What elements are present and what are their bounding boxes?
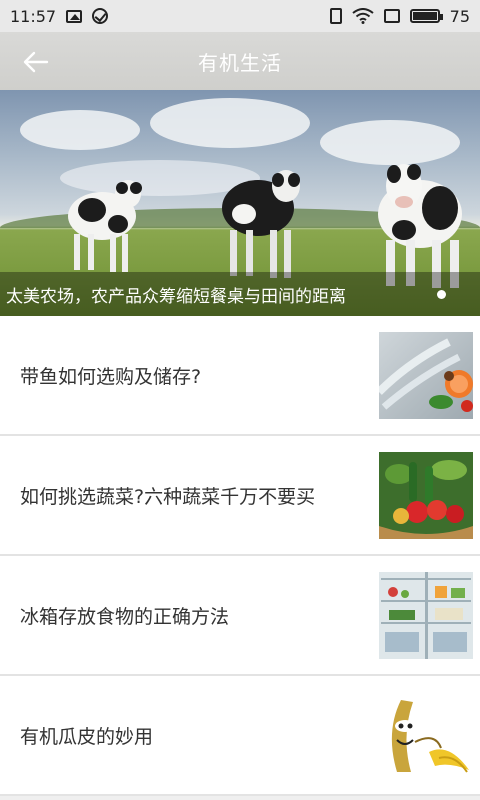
article-title: 如何挑选蔬菜?六种蔬菜千万不要买 [20, 485, 316, 508]
battery-fill [412, 12, 437, 20]
arrow-left-icon [23, 51, 49, 73]
status-time: 11:57 [10, 6, 57, 26]
fridge-photo [379, 572, 473, 659]
image-icon [66, 9, 83, 23]
list-item[interactable]: 有机瓜皮的妙用 [0, 676, 480, 796]
vegetable-basket-photo [379, 452, 473, 539]
list-item[interactable]: 如何挑选蔬菜?六种蔬菜千万不要买 [0, 436, 480, 556]
carousel-indicator-dot[interactable] [437, 290, 446, 299]
article-title: 有机瓜皮的妙用 [20, 725, 154, 748]
article-title: 冰箱存放食物的正确方法 [20, 605, 230, 628]
check-circle-icon [92, 8, 109, 24]
banner-carousel[interactable]: 太美农场，农产品众筹缩短餐桌与田间的距离 [0, 90, 480, 316]
article-title: 带鱼如何选购及储存? [20, 365, 202, 388]
sim-icon [383, 9, 400, 23]
banana-cartoon-photo [379, 692, 473, 779]
vibrate-icon [329, 8, 342, 24]
status-bar: 11:57 75 [0, 0, 480, 32]
banner-caption: 太美农场，农产品众筹缩短餐桌与田间的距离 [6, 286, 346, 307]
battery-level: 75 [449, 6, 470, 26]
fish-and-vegetables-photo [379, 332, 473, 419]
list-item[interactable]: 冰箱存放食物的正确方法 [0, 556, 480, 676]
wifi-icon [352, 8, 374, 24]
list-item[interactable]: 带鱼如何选购及储存? [0, 316, 480, 436]
back-button[interactable] [20, 46, 52, 78]
page-title: 有机生活 [198, 50, 282, 75]
app-header: 有机生活 [0, 32, 480, 90]
battery-icon [409, 9, 443, 23]
banner-caption-bar: 太美农场，农产品众筹缩短餐桌与田间的距离 [0, 272, 480, 316]
article-list: 带鱼如何选购及储存? 如何挑选蔬菜?六种蔬菜千万不要买 冰箱存放食物的正确方法 … [0, 316, 480, 796]
status-right: 75 [329, 6, 470, 26]
status-left: 11:57 [10, 6, 109, 26]
